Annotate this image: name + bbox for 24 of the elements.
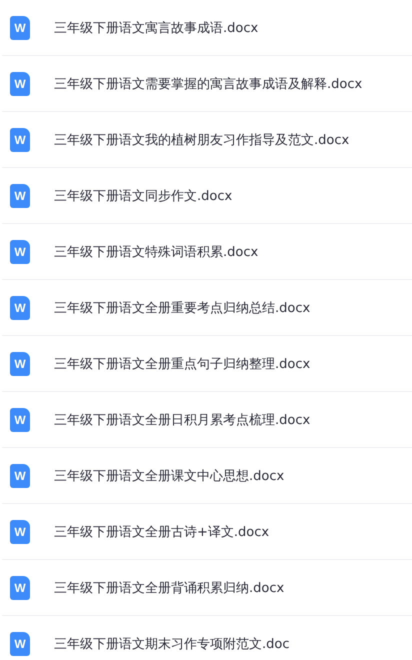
file-name[interactable]: 三年级下册语文特殊词语积累.docx (54, 242, 258, 260)
file-name[interactable]: 三年级下册语文全册重点句子归纳整理.docx (54, 354, 310, 372)
word-document-icon: W (10, 408, 30, 432)
file-name[interactable]: 三年级下册语文全册重要考点归纳总结.docx (54, 298, 310, 316)
file-name[interactable]: 三年级下册语文全册古诗+译文.docx (54, 522, 270, 540)
file-name[interactable]: 三年级下册语文寓言故事成语.docx (54, 18, 258, 36)
word-document-icon: W (10, 520, 30, 544)
file-name[interactable]: 三年级下册语文期末习作专项附范文.doc (54, 634, 290, 652)
word-document-icon: W (10, 352, 30, 376)
word-document-icon: W (10, 128, 30, 152)
file-name[interactable]: 三年级下册语文全册背诵积累归纳.docx (54, 578, 284, 596)
word-document-icon: W (10, 184, 30, 208)
word-document-icon: W (10, 464, 30, 488)
word-document-icon: W (10, 16, 30, 40)
word-document-icon: W (10, 296, 30, 320)
file-name[interactable]: 三年级下册语文全册课文中心思想.docx (54, 466, 284, 484)
file-name[interactable]: 三年级下册语文同步作文.docx (54, 186, 232, 204)
word-document-icon: W (10, 576, 30, 600)
word-document-icon: W (10, 72, 30, 96)
file-name[interactable]: 三年级下册语文全册日积月累考点梳理.docx (54, 410, 310, 428)
file-name[interactable]: 三年级下册语文需要掌握的寓言故事成语及解释.docx (54, 74, 362, 92)
word-document-icon: W (10, 632, 30, 656)
word-document-icon: W (10, 240, 30, 264)
file-name[interactable]: 三年级下册语文我的植树朋友习作指导及范文.docx (54, 130, 350, 148)
